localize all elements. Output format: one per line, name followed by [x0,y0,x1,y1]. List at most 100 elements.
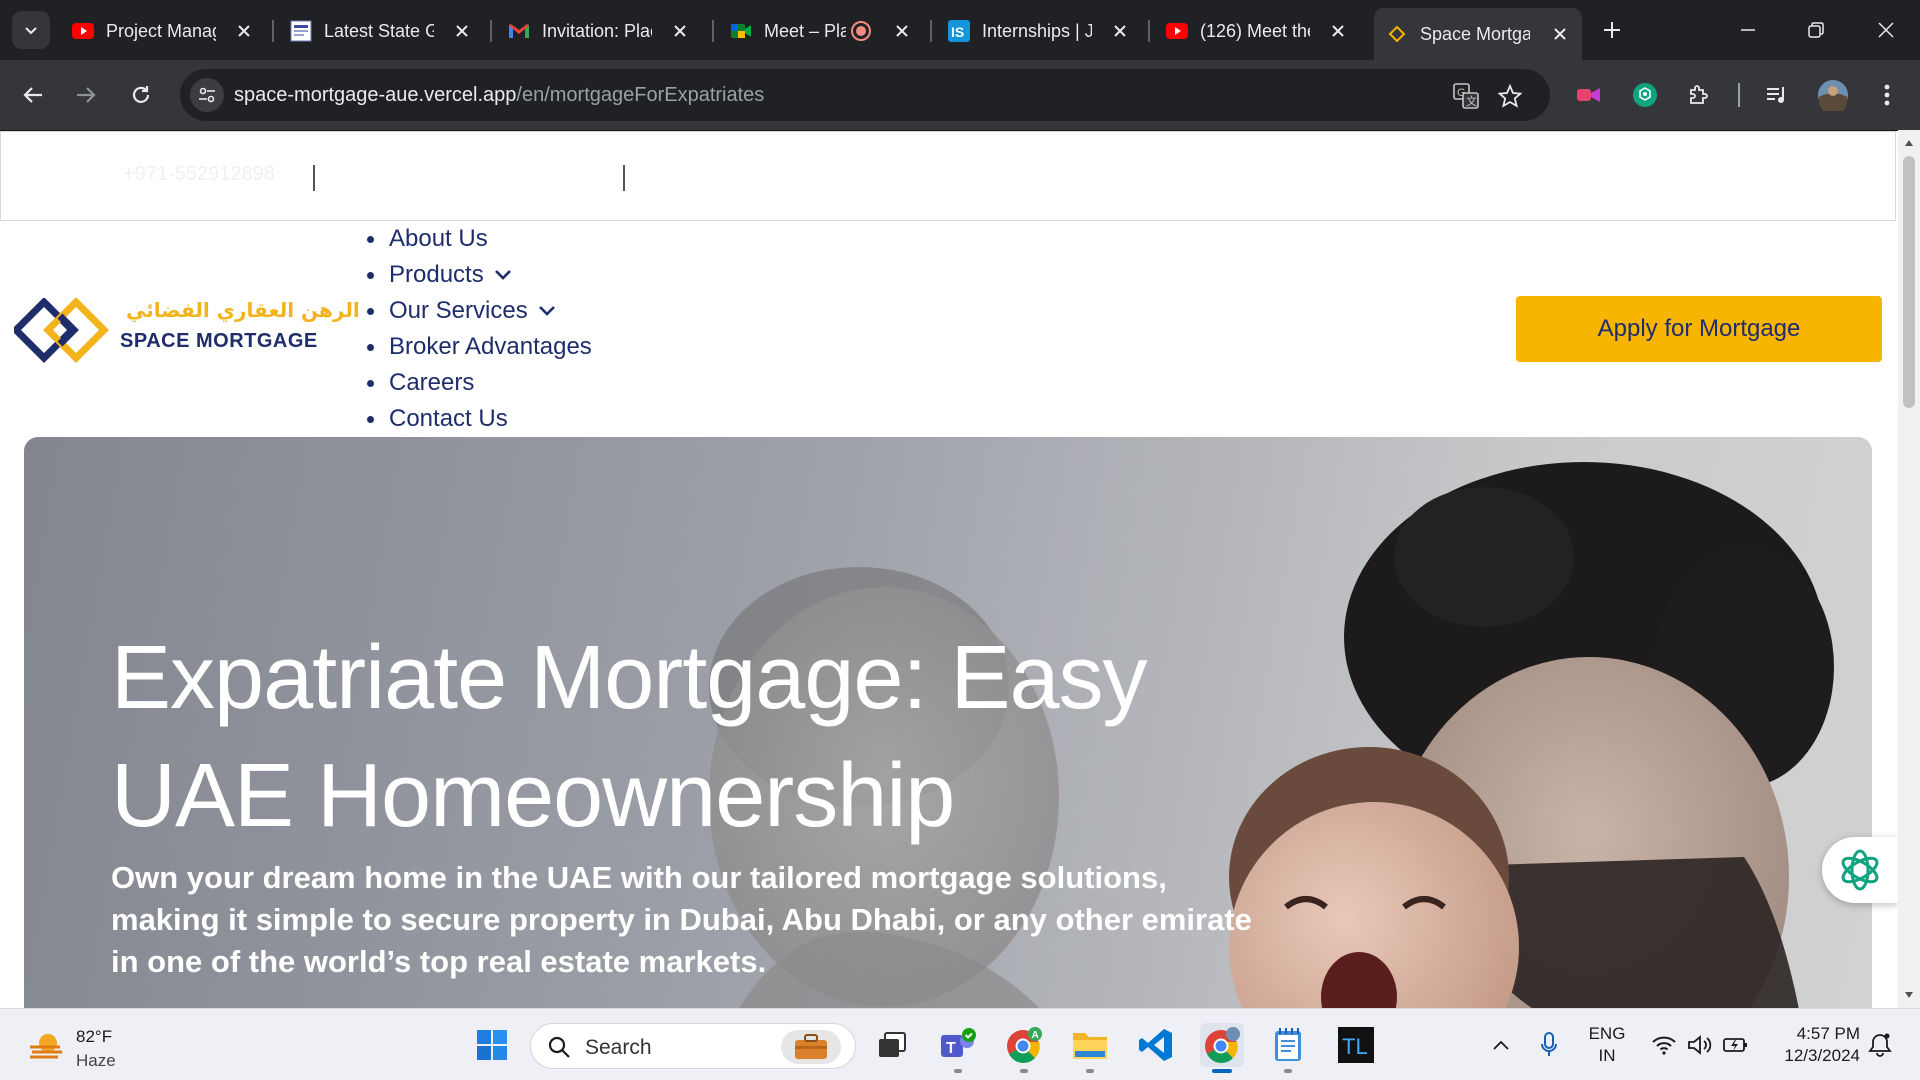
site-info-button[interactable] [190,78,224,112]
start-button[interactable] [470,1023,514,1067]
scroll-up-icon[interactable] [1904,138,1914,148]
network-button[interactable] [1648,1029,1680,1061]
language-code: ENG [1588,1024,1626,1043]
reload-button[interactable] [123,77,159,113]
nav-item-our-services[interactable]: Our Services [366,293,592,329]
phone-number[interactable]: +971-552912898 [123,163,275,186]
hero-title: Expatriate Mortgage: Easy UAE Homeowners… [111,628,1148,846]
reload-icon [132,86,150,103]
taskbar-app-tlauncher[interactable]: TL [1334,1023,1378,1067]
recording-icon [850,20,872,42]
browser-toolbar: space-mortgage-aue.vercel.app/en/mortgag… [0,60,1920,130]
url-path: /en/mortgageForExpatriates [516,84,765,106]
running-indicator [1212,1069,1232,1073]
taskbar-app-chrome[interactable] [1200,1023,1244,1073]
task-view-button[interactable] [870,1023,914,1067]
nav-item-broker-advantages[interactable]: Broker Advantages [366,329,592,365]
forward-button[interactable] [68,77,104,113]
svg-text:TL: TL [1342,1034,1368,1059]
apply-for-mortgage-button[interactable]: Apply for Mortgage [1516,296,1882,362]
close-icon[interactable] [234,21,254,41]
nav-item-contact-us[interactable]: Contact Us [366,401,592,437]
taskbar-app-notepad[interactable] [1266,1023,1310,1073]
scroll-down-icon[interactable] [1904,990,1914,1000]
windows-taskbar: 82°F Haze Search T A TL ENG IN 4:57 PM 1… [0,1008,1920,1080]
vscode-icon [1139,1029,1172,1061]
logo-arabic-text: الرهن العقاري الفضائي [126,298,360,322]
translate-button[interactable]: G文 [1452,82,1480,110]
minimize-button[interactable] [1728,12,1768,48]
url-text: space-mortgage-aue.vercel.app/en/mortgag… [234,84,764,107]
nav-item-about-us[interactable]: About Us [366,221,592,257]
browser-tab[interactable]: Project Manag [60,10,266,52]
haze-icon [30,1034,62,1059]
youtube-icon [72,20,94,42]
browser-tab[interactable]: (126) Meet the [1154,10,1360,52]
svg-text:文: 文 [1466,94,1477,108]
notifications-button[interactable] [1864,1029,1896,1061]
openai-icon [1841,849,1879,891]
show-hidden-icons-button[interactable] [1486,1029,1516,1061]
extensions-menu-button[interactable] [1682,78,1716,112]
clock[interactable]: 4:57 PM 12/3/2024 [1766,1023,1860,1067]
tl-icon: TL [1338,1027,1374,1063]
tab-title: Internships | Jo [982,20,1092,41]
running-indicator [1020,1069,1028,1073]
site-logo[interactable]: الرهن العقاري الفضائي SPACE MORTGAGE [14,296,360,366]
extension-button[interactable] [1628,78,1662,112]
nav-item-products[interactable]: Products [366,257,592,293]
tab-separator [930,20,932,42]
notepad-icon [1275,1028,1301,1061]
address-bar[interactable]: space-mortgage-aue.vercel.app/en/mortgag… [180,69,1550,121]
tab-search-button[interactable] [12,11,50,49]
language-indicator[interactable]: ENG IN [1584,1023,1630,1067]
scrollbar-thumb[interactable] [1903,156,1915,408]
avatar [1818,80,1848,111]
close-icon[interactable] [452,21,472,41]
extension-button[interactable] [1572,78,1606,112]
close-window-button[interactable] [1866,12,1906,48]
browser-tab-active[interactable]: Space Mortga [1374,8,1582,60]
nav-item-careers[interactable]: Careers [366,365,592,401]
search-label: Search [585,1036,652,1059]
running-indicator [1284,1069,1292,1073]
taskbar-app-chrome-profile[interactable]: A [1002,1023,1046,1073]
browser-menu-button[interactable] [1870,78,1904,112]
language-region: IN [1598,1046,1616,1065]
close-icon[interactable] [1328,21,1348,41]
contact-topbar: +971-552912898 [0,131,1896,221]
close-icon[interactable] [1550,24,1570,44]
profile-button[interactable] [1816,78,1850,112]
tab-separator [490,20,492,42]
tab-title: Invitation: Plac [542,20,652,41]
bookmark-button[interactable] [1496,82,1524,110]
page-scrollbar[interactable] [1898,130,1920,1008]
taskbar-app-file-explorer[interactable] [1068,1023,1112,1073]
browser-tab[interactable]: Meet – Pla [718,10,924,52]
media-controls-button[interactable] [1760,78,1794,112]
microphone-button[interactable] [1534,1029,1564,1061]
close-icon[interactable] [1110,21,1130,41]
chrome-icon: A [1007,1027,1042,1063]
battery-button[interactable] [1720,1029,1752,1061]
tab-separator [272,20,274,42]
back-button[interactable] [15,77,51,113]
taskbar-app-teams[interactable]: T [936,1023,980,1073]
close-icon[interactable] [670,21,690,41]
tab-separator [712,20,714,42]
weather-temperature: 82°F [76,1027,113,1046]
browser-tab[interactable]: IS Internships | Jo [936,10,1142,52]
chevron-down-icon[interactable] [538,305,556,317]
space-mortgage-icon [1386,23,1408,45]
browser-tab[interactable]: Invitation: Plac [496,10,702,52]
taskbar-search[interactable]: Search [530,1023,856,1069]
new-tab-button[interactable] [1596,14,1628,46]
taskbar-app-vscode[interactable] [1134,1023,1178,1067]
close-icon[interactable] [892,21,912,41]
volume-button[interactable] [1684,1029,1716,1061]
tune-icon [199,87,215,103]
restore-button[interactable] [1796,12,1836,48]
chevron-down-icon[interactable] [494,269,512,281]
chat-assistant-button[interactable] [1822,837,1898,903]
browser-tab[interactable]: Latest State G [278,10,484,52]
